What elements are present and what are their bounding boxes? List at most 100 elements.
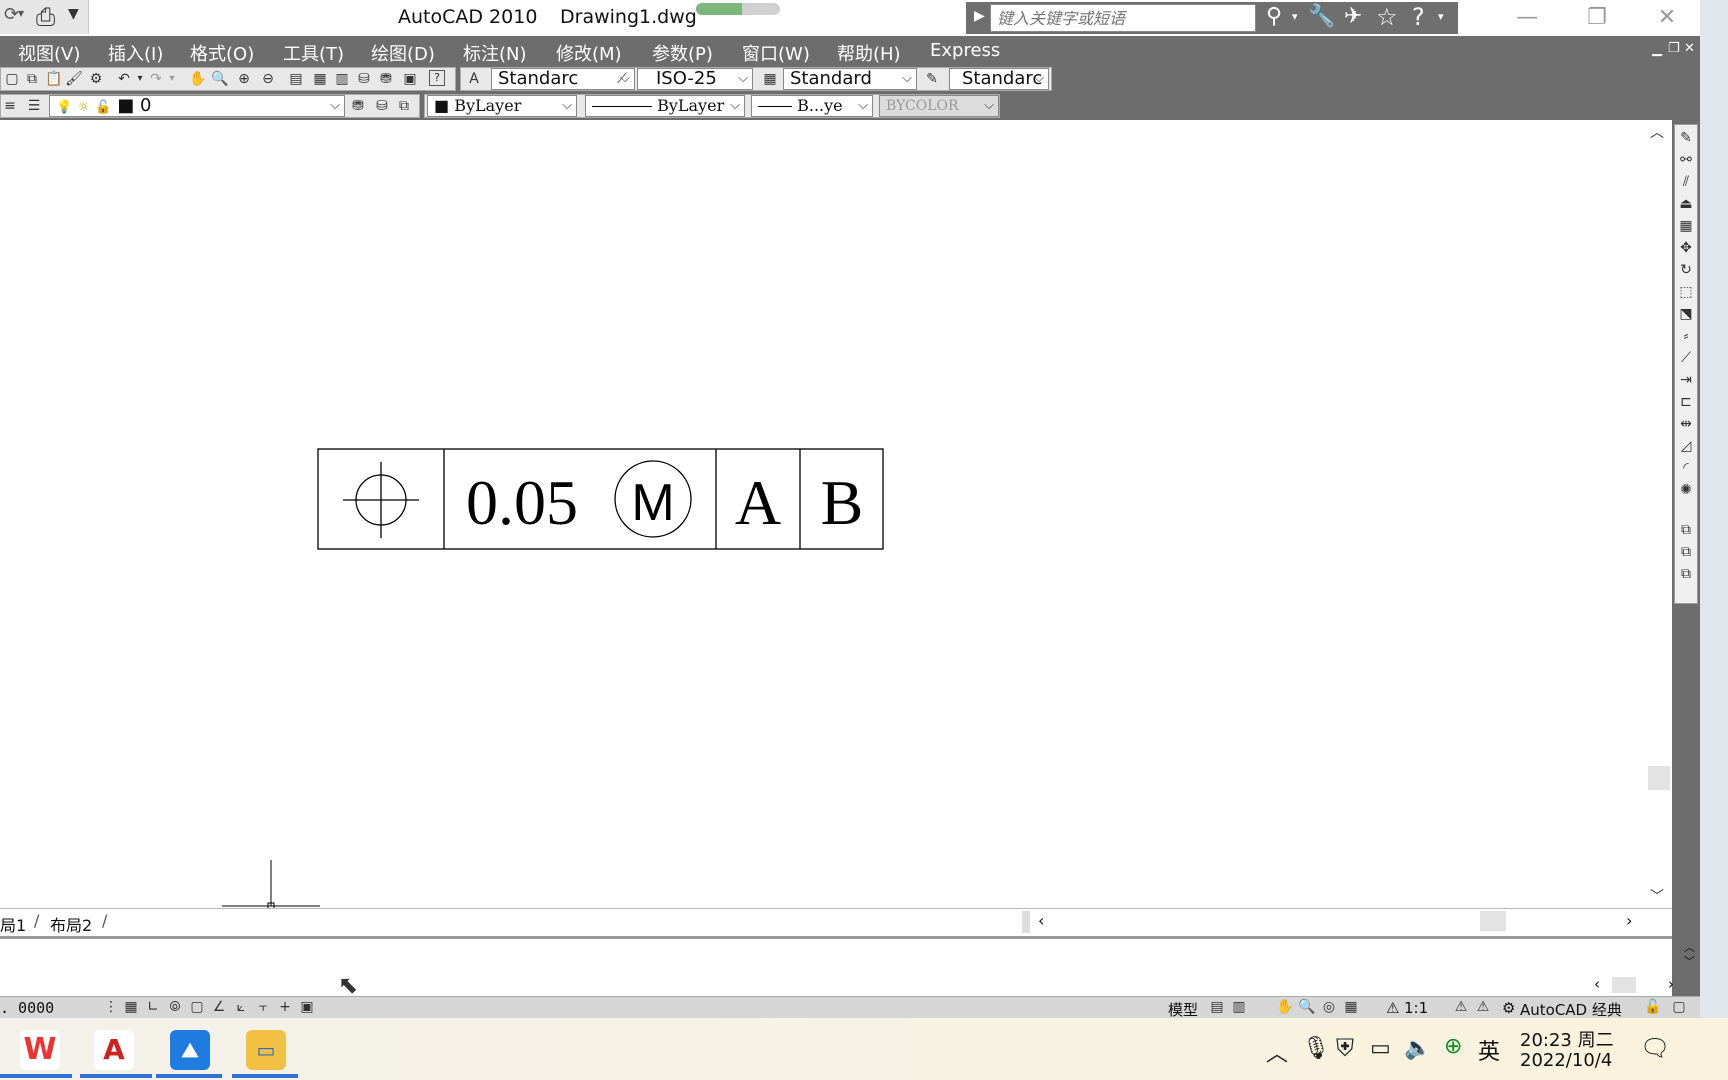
menu-view[interactable]: 视图(V) [18, 40, 80, 66]
copy-object-icon[interactable]: ⚯ [1677, 151, 1695, 169]
command-line[interactable]: ︿ ﹀ ‹ › ⬉ [0, 936, 1695, 999]
zoom-status-icon[interactable]: 🔍 [1298, 998, 1316, 1016]
annotation-scale[interactable]: 1:1 [1404, 999, 1428, 1017]
doc-minimize-icon[interactable]: ▁ [1652, 42, 1662, 57]
help-toolbar-icon[interactable]: ? [429, 70, 445, 86]
draworder-back-icon[interactable]: ⧉ [1677, 543, 1695, 561]
chamfer-icon[interactable]: ◿ [1677, 437, 1695, 455]
volume-icon[interactable]: 🔈 [1404, 1036, 1431, 1061]
pan-status-icon[interactable]: ✋ [1276, 998, 1294, 1016]
draworder-front-icon[interactable]: ⧉ [1677, 521, 1695, 539]
network-add-icon[interactable]: ⊕ [1444, 1034, 1462, 1059]
ime-indicator[interactable]: 英 [1478, 1034, 1500, 1066]
cmd-scroll-right-icon[interactable]: › [1668, 975, 1674, 993]
grid-icon[interactable]: ▦ [122, 998, 140, 1016]
clock-time[interactable]: 20:23 周二 [1520, 1026, 1614, 1052]
doc-restore-icon[interactable]: ❐ [1668, 41, 1680, 56]
print-icon[interactable]: ⎙ [36, 3, 55, 31]
steeringwheel-icon[interactable]: ◎ [1320, 998, 1338, 1016]
horizontal-scroll-thumb[interactable] [1480, 911, 1506, 931]
dim-style-icon[interactable]: ⟋ [613, 70, 631, 88]
offset-icon[interactable]: ⏏ [1677, 195, 1695, 213]
qat-dropdown-icon[interactable]: ▼ [68, 6, 79, 22]
menu-draw[interactable]: 绘图(D) [371, 40, 435, 66]
dropdown-icon[interactable]: ▾ [18, 6, 24, 20]
copy-icon[interactable]: ⧉ [23, 70, 41, 88]
otrack-icon[interactable]: ∠ [210, 998, 228, 1016]
snap-icon[interactable]: ⋮ [102, 998, 120, 1016]
extend-icon[interactable]: ⟋ [1677, 349, 1695, 367]
erase-icon[interactable]: ✎ [1677, 129, 1695, 147]
tab-layout1[interactable]: 局1 [0, 912, 26, 936]
help-dropdown-icon[interactable]: ▾ [1438, 10, 1444, 23]
lock-ui-icon[interactable]: 🔓 [1644, 998, 1662, 1016]
wrench-icon[interactable]: 🔧 [1308, 4, 1335, 29]
match-properties-icon[interactable]: 🖌 [65, 70, 83, 88]
search-dropdown-icon[interactable]: ▾ [1292, 10, 1298, 23]
lwt-icon[interactable]: + [276, 998, 294, 1016]
menu-format[interactable]: 格式(O) [190, 40, 254, 66]
scroll-left-icon[interactable]: ‹ [1038, 911, 1044, 930]
microphone-icon[interactable]: 🎙 [1302, 1036, 1330, 1061]
menu-insert[interactable]: 插入(I) [108, 40, 163, 66]
pan-icon[interactable]: ✋ [189, 70, 207, 88]
menu-dimension[interactable]: 标注(N) [463, 40, 527, 66]
cmd-scroll-thumb[interactable] [1612, 977, 1636, 993]
calculator-icon[interactable]: ▣ [401, 70, 419, 88]
multileader-style-select[interactable]: Standarc ⌵ [949, 68, 1049, 90]
plot-style-select[interactable]: BYCOLOR ⌵ [879, 95, 999, 117]
explode-icon[interactable]: ✺ [1677, 481, 1695, 499]
ortho-icon[interactable]: ∟ [144, 998, 162, 1016]
sheet-set-icon[interactable]: ⛁ [355, 70, 373, 88]
scale-icon[interactable]: ⬚ [1677, 283, 1695, 301]
file-explorer-icon[interactable]: ▭ [246, 1030, 286, 1070]
satellite-icon[interactable]: ✈ [1344, 4, 1362, 29]
notification-icon[interactable]: 🗨 [1640, 1034, 1670, 1062]
annotation-visibility-icon[interactable]: ⚠ [1452, 998, 1470, 1016]
battery-icon[interactable]: ▭ [1370, 1036, 1391, 1061]
rotate-icon[interactable]: ↻ [1677, 261, 1695, 279]
layout2-icon[interactable]: ▥ [1230, 998, 1248, 1016]
redo-dropdown-icon[interactable]: ▾ [163, 70, 181, 88]
dyn-icon[interactable]: ⫟ [254, 998, 272, 1016]
vertical-scroll-thumb[interactable] [1648, 766, 1670, 790]
dim-style-select[interactable]: ISO-25 ⌵ [637, 68, 753, 90]
binoculars-icon[interactable]: ⚲ [1266, 4, 1282, 29]
color-select[interactable]: ■ ByLayer ⌵ [427, 95, 577, 117]
hscroll-splitter[interactable] [1022, 911, 1030, 933]
layer-states-icon[interactable]: ☰ [25, 97, 43, 115]
drawing-area[interactable]: 0.05 M A B ︿ ﹀ [0, 120, 1670, 910]
zoom-window-icon[interactable]: ⊕ [235, 70, 253, 88]
tab-layout2[interactable]: 布局2 [50, 912, 92, 936]
block-editor-icon[interactable]: ⚙ [87, 70, 105, 88]
scroll-right-icon[interactable]: › [1626, 911, 1632, 930]
cmd-scroll-down-icon[interactable]: ﹀ [1684, 953, 1695, 969]
menu-tools[interactable]: 工具(T) [283, 40, 344, 66]
search-input[interactable] [990, 4, 1256, 32]
layout-icon[interactable]: ▤ [1208, 998, 1226, 1016]
break-at-point-icon[interactable]: ⇥ [1677, 371, 1695, 389]
workspace-name[interactable]: AutoCAD 经典 [1520, 999, 1622, 1020]
properties-icon[interactable]: ▤ [287, 70, 305, 88]
clock-date[interactable]: 2022/10/4 [1520, 1050, 1612, 1071]
auto-scale-icon[interactable]: ⚠ [1474, 998, 1492, 1016]
help-icon[interactable]: ? [1412, 3, 1425, 31]
fillet-icon[interactable]: ◜ [1677, 459, 1695, 477]
image-viewer-icon[interactable]: ⛰ [170, 1030, 210, 1070]
qp-icon[interactable]: ▣ [298, 998, 316, 1016]
undo-arrow-icon[interactable]: ⟳ [4, 4, 19, 25]
vertical-scrollbar[interactable]: ︿ ﹀ [1648, 120, 1670, 910]
close-button[interactable]: ✕ [1642, 4, 1692, 32]
design-center-icon[interactable]: ▦ [311, 70, 329, 88]
markup-icon[interactable]: ⛃ [377, 70, 395, 88]
paste-icon[interactable]: 📋 [45, 70, 63, 88]
security-shield-icon[interactable]: ⛨ [1336, 1034, 1354, 1062]
array-icon[interactable]: ▦ [1677, 217, 1695, 235]
draworder-above-icon[interactable]: ⧉ [1677, 565, 1695, 583]
ducs-icon[interactable]: ⟀ [232, 998, 250, 1016]
expand-arrow-icon[interactable]: ▶ [974, 8, 985, 24]
table-style-select[interactable]: Standard ⌵ [783, 68, 917, 90]
autocad-icon[interactable]: A [94, 1030, 134, 1070]
model-space-label[interactable]: 模型 [1168, 999, 1198, 1020]
trim-icon[interactable]: ⸗ [1677, 327, 1695, 345]
